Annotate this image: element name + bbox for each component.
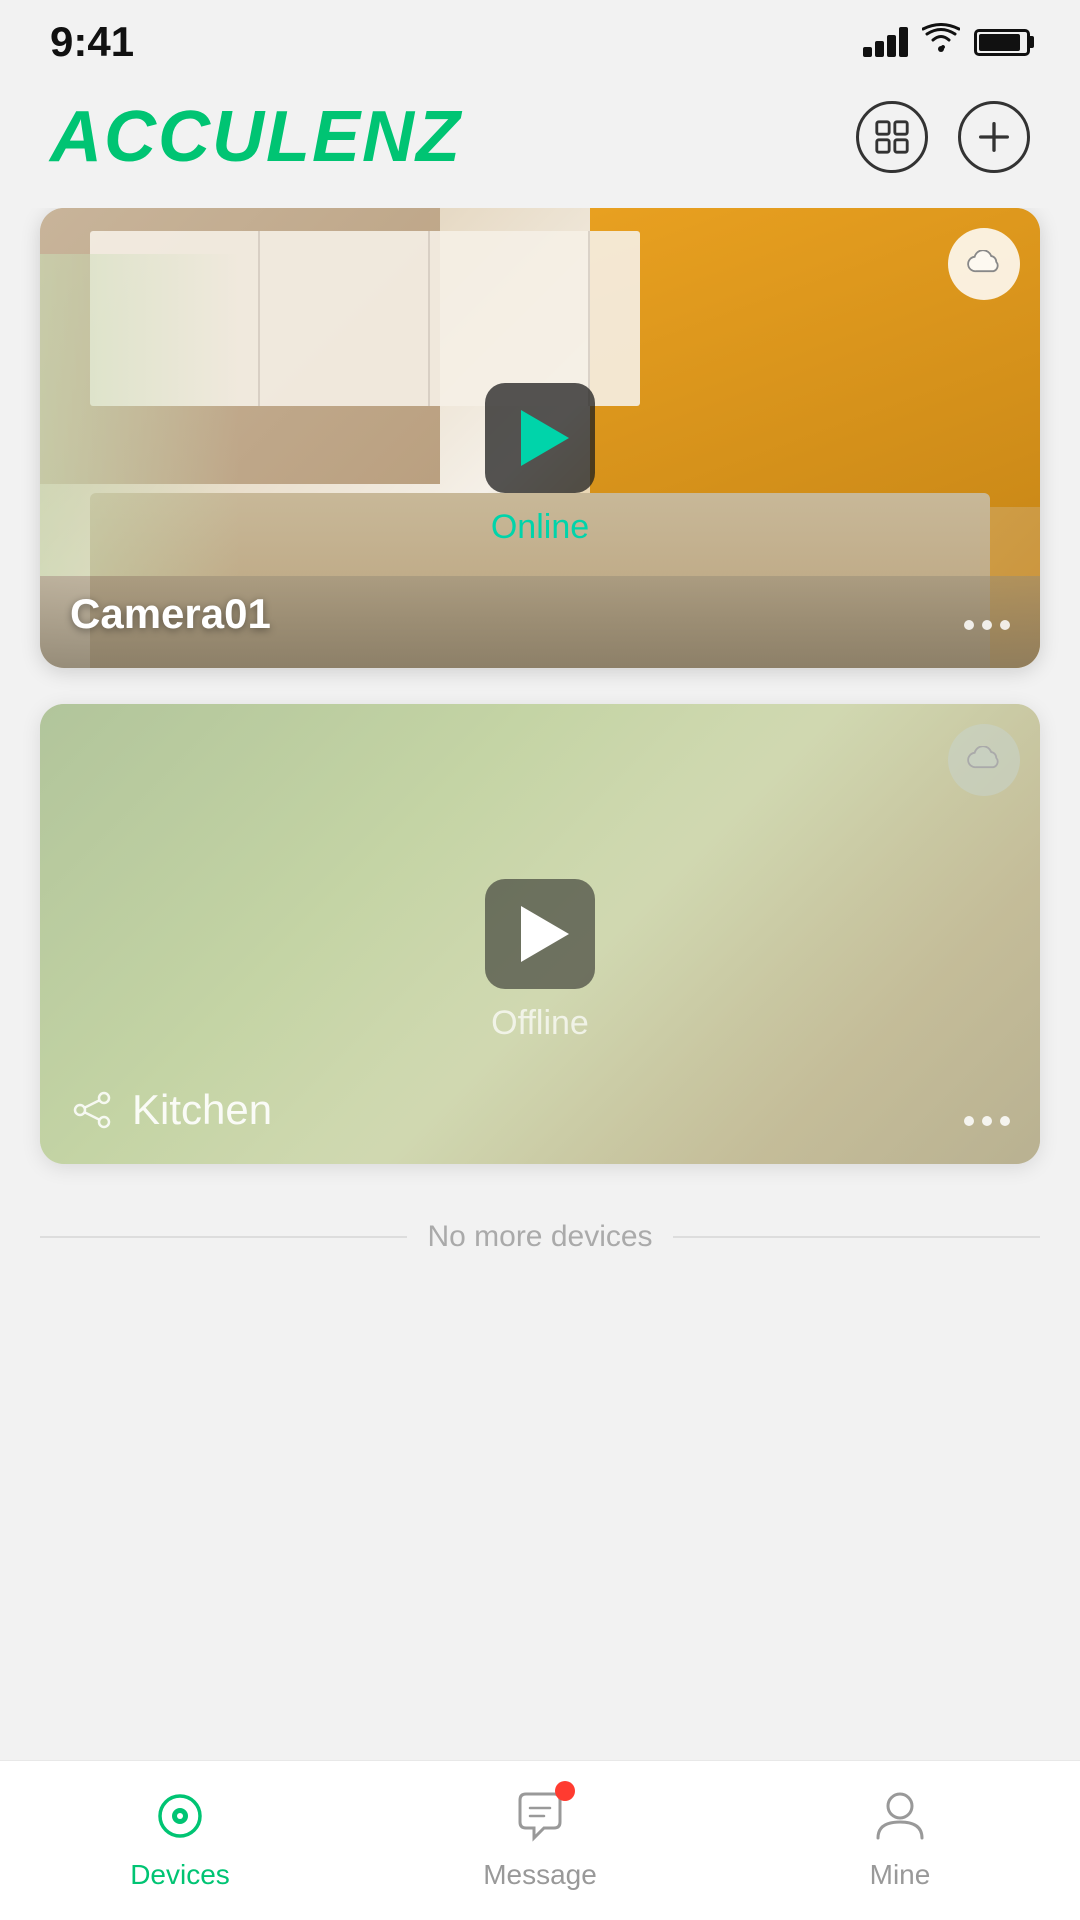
devices-icon-wrap (145, 1781, 215, 1851)
status-icons (863, 23, 1030, 61)
kitchen-card[interactable]: Offline Kitchen (40, 704, 1040, 1164)
kitchen-status: Offline (491, 1004, 589, 1043)
nav-devices[interactable]: Devices (0, 1781, 360, 1901)
kitchen-dot3 (1000, 1116, 1010, 1126)
battery-icon (974, 29, 1030, 56)
kitchen-menu[interactable] (964, 1116, 1010, 1126)
add-button[interactable] (958, 101, 1030, 173)
status-time: 9:41 (50, 18, 134, 66)
nav-message-label: Message (483, 1859, 597, 1891)
play-button-kitchen[interactable] (485, 879, 595, 989)
divider-right (673, 1236, 1040, 1238)
grid-icon (873, 118, 911, 156)
app-header: ACCULENZ (0, 76, 1080, 208)
play-icon-camera01 (521, 410, 569, 466)
dot3 (1000, 620, 1010, 630)
profile-icon (870, 1786, 930, 1846)
header-actions (856, 101, 1030, 173)
kitchen-dot1 (964, 1116, 974, 1126)
app-logo: ACCULENZ (50, 96, 462, 178)
dot2 (982, 620, 992, 630)
cloud-storage-button-camera01[interactable] (948, 228, 1020, 300)
cloud-icon (966, 250, 1002, 278)
dot1 (964, 620, 974, 630)
message-badge (555, 1781, 575, 1801)
wifi-icon (922, 23, 960, 61)
devices-icon (150, 1786, 210, 1846)
camera01-status: Online (491, 508, 589, 547)
kitchen-dot2 (982, 1116, 992, 1126)
nav-mine[interactable]: Mine (720, 1781, 1080, 1901)
camera01-card[interactable]: Online Camera01 (40, 208, 1040, 668)
kitchen-name-row: Kitchen (70, 1086, 272, 1134)
cloud-icon-kitchen (966, 746, 1002, 774)
share-icon (70, 1088, 114, 1132)
message-icon-wrap (505, 1781, 575, 1851)
play-button-camera01[interactable] (485, 383, 595, 493)
no-more-devices: No more devices (40, 1200, 1040, 1314)
plus-icon (975, 118, 1013, 156)
nav-mine-label: Mine (870, 1859, 931, 1891)
mine-icon-wrap (865, 1781, 935, 1851)
nav-devices-label: Devices (130, 1859, 230, 1891)
no-more-text: No more devices (427, 1220, 652, 1254)
kitchen-name: Kitchen (132, 1086, 272, 1134)
camera01-name: Camera01 (70, 590, 271, 638)
camera01-menu[interactable] (964, 620, 1010, 630)
divider-left (40, 1236, 407, 1238)
nav-message[interactable]: Message (360, 1781, 720, 1901)
grid-button[interactable] (856, 101, 928, 173)
play-icon-kitchen (521, 906, 569, 962)
cloud-storage-button-kitchen[interactable] (948, 724, 1020, 796)
signal-icon (863, 27, 908, 57)
bottom-nav: Devices Message Mine (0, 1760, 1080, 1920)
device-list: Online Camera01 Offline (0, 208, 1080, 1314)
status-bar: 9:41 (0, 0, 1080, 76)
